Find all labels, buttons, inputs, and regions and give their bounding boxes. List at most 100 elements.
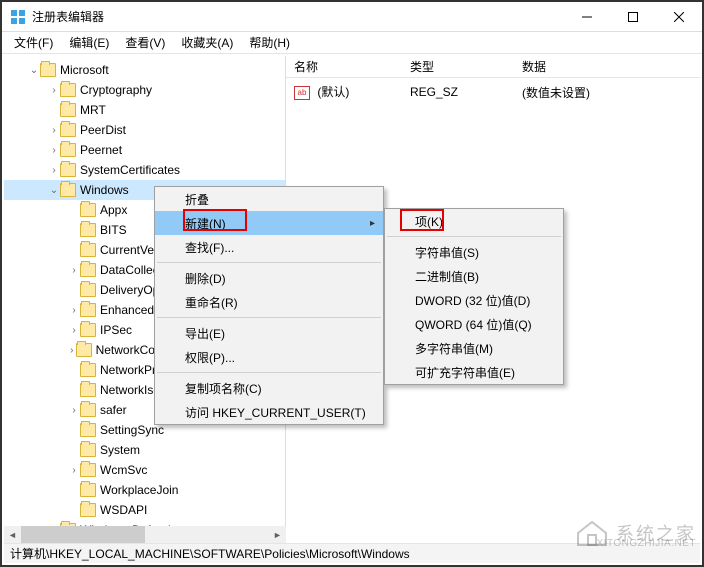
tree-item-label: Cryptography	[80, 83, 152, 97]
menu-separator	[387, 236, 561, 237]
folder-icon	[60, 103, 76, 117]
window-title: 注册表编辑器	[32, 8, 564, 25]
titlebar: 注册表编辑器	[2, 2, 702, 32]
tree-item-label: IPSec	[100, 323, 132, 337]
minimize-button[interactable]	[564, 2, 610, 32]
tree-item-label: SettingSync	[100, 423, 164, 437]
folder-icon	[80, 263, 96, 277]
folder-icon	[80, 243, 96, 257]
list-row[interactable]: ab (默认) REG_SZ (数值未设置)	[286, 82, 700, 102]
folder-icon	[80, 463, 96, 477]
folder-icon	[80, 223, 96, 237]
folder-icon	[60, 163, 76, 177]
tree-item[interactable]: MRT	[4, 100, 285, 120]
scroll-left-button[interactable]: ◄	[4, 526, 21, 543]
chevron-right-icon[interactable]: ›	[68, 405, 80, 416]
menu-item[interactable]: 访问 HKEY_CURRENT_USER(T)	[155, 400, 383, 424]
close-button[interactable]	[656, 2, 702, 32]
tree-item[interactable]: › Peernet	[4, 140, 285, 160]
tree-item-label: WcmSvc	[100, 463, 147, 477]
folder-icon	[60, 83, 76, 97]
folder-icon	[80, 303, 96, 317]
menu-item[interactable]: 重命名(R)	[155, 290, 383, 314]
menu-favorites[interactable]: 收藏夹(A)	[173, 32, 241, 53]
list-header: 名称 类型 数据	[286, 56, 700, 78]
chevron-right-icon[interactable]: ›	[68, 325, 80, 336]
tree-item-label: Peernet	[80, 143, 122, 157]
tree-item-label: WSDAPI	[100, 503, 147, 517]
tree-item[interactable]: WSDAPI	[4, 500, 285, 520]
tree-item[interactable]: WorkplaceJoin	[4, 480, 285, 500]
chevron-right-icon[interactable]: ›	[48, 85, 60, 96]
folder-icon	[80, 443, 96, 457]
statusbar: 计算机\HKEY_LOCAL_MACHINE\SOFTWARE\Policies…	[4, 543, 700, 563]
menu-item[interactable]: 折叠	[155, 187, 383, 211]
menu-item[interactable]: 可扩充字符串值(E)	[385, 360, 563, 384]
tree-item[interactable]: › PeerDist	[4, 120, 285, 140]
chevron-right-icon[interactable]: ›	[48, 125, 60, 136]
context-submenu-new[interactable]: 项(K) 字符串值(S)二进制值(B)DWORD (32 位)值(D)QWORD …	[384, 208, 564, 385]
menu-separator	[157, 372, 381, 373]
chevron-right-icon[interactable]: ›	[48, 145, 60, 156]
folder-icon	[80, 503, 96, 517]
menubar: 文件(F) 编辑(E) 查看(V) 收藏夹(A) 帮助(H)	[2, 32, 702, 54]
tree-item-label: Microsoft	[60, 63, 109, 77]
tree-item[interactable]: System	[4, 440, 285, 460]
chevron-right-icon[interactable]: ›	[68, 345, 76, 356]
menu-item[interactable]: 新建(N)▸	[155, 211, 383, 235]
menu-help[interactable]: 帮助(H)	[241, 32, 298, 53]
menu-item[interactable]: 二进制值(B)	[385, 264, 563, 288]
tree-item-label: BITS	[100, 223, 127, 237]
menu-item[interactable]: 导出(E)	[155, 321, 383, 345]
menu-view[interactable]: 查看(V)	[117, 32, 173, 53]
menu-item[interactable]: 删除(D)	[155, 266, 383, 290]
maximize-button[interactable]	[610, 2, 656, 32]
tree-item-label: PeerDist	[80, 123, 126, 137]
menu-separator	[157, 262, 381, 263]
scroll-thumb[interactable]	[21, 526, 145, 543]
chevron-down-icon[interactable]: ⌄	[48, 185, 60, 196]
tree-item[interactable]: › SystemCertificates	[4, 160, 285, 180]
col-name[interactable]: 名称	[286, 58, 402, 75]
tree-item-label: WorkplaceJoin	[100, 483, 178, 497]
chevron-right-icon[interactable]: ›	[48, 165, 60, 176]
chevron-right-icon[interactable]: ›	[68, 305, 80, 316]
folder-icon	[80, 403, 96, 417]
menu-file[interactable]: 文件(F)	[6, 32, 61, 53]
folder-icon	[60, 183, 76, 197]
folder-icon	[80, 483, 96, 497]
folder-icon	[80, 203, 96, 217]
submenu-arrow-icon: ▸	[370, 218, 375, 229]
context-menu[interactable]: 折叠新建(N)▸查找(F)... 删除(D)重命名(R) 导出(E)权限(P)...…	[154, 186, 384, 425]
value-type: REG_SZ	[402, 85, 514, 99]
folder-icon	[80, 363, 96, 377]
menu-item[interactable]: 权限(P)...	[155, 345, 383, 369]
col-data[interactable]: 数据	[514, 58, 554, 75]
menu-item[interactable]: 查找(F)...	[155, 235, 383, 259]
tree-item[interactable]: › WcmSvc	[4, 460, 285, 480]
tree-horizontal-scrollbar[interactable]: ◄ ►	[4, 526, 286, 543]
menu-item[interactable]: 多字符串值(M)	[385, 336, 563, 360]
tree-item-label: Appx	[100, 203, 127, 217]
menu-item[interactable]: 字符串值(S)	[385, 240, 563, 264]
menu-item[interactable]: QWORD (64 位)值(Q)	[385, 312, 563, 336]
menu-item[interactable]: 复制项名称(C)	[155, 376, 383, 400]
tree-item[interactable]: › Cryptography	[4, 80, 285, 100]
folder-icon	[80, 323, 96, 337]
menu-item[interactable]: DWORD (32 位)值(D)	[385, 288, 563, 312]
menu-edit[interactable]: 编辑(E)	[61, 32, 117, 53]
folder-icon	[76, 343, 92, 357]
folder-icon	[60, 143, 76, 157]
menu-item[interactable]: 项(K)	[385, 209, 563, 233]
tree-item-label: safer	[100, 403, 127, 417]
scroll-right-button[interactable]: ►	[269, 526, 286, 543]
col-type[interactable]: 类型	[402, 58, 514, 75]
folder-icon	[80, 383, 96, 397]
folder-icon	[60, 123, 76, 137]
chevron-down-icon[interactable]: ⌄	[28, 65, 40, 76]
tree-item[interactable]: ⌄ Microsoft	[4, 60, 285, 80]
chevron-right-icon[interactable]: ›	[68, 465, 80, 476]
chevron-right-icon[interactable]: ›	[68, 265, 80, 276]
menu-separator	[157, 317, 381, 318]
tree-item-label: SystemCertificates	[80, 163, 180, 177]
